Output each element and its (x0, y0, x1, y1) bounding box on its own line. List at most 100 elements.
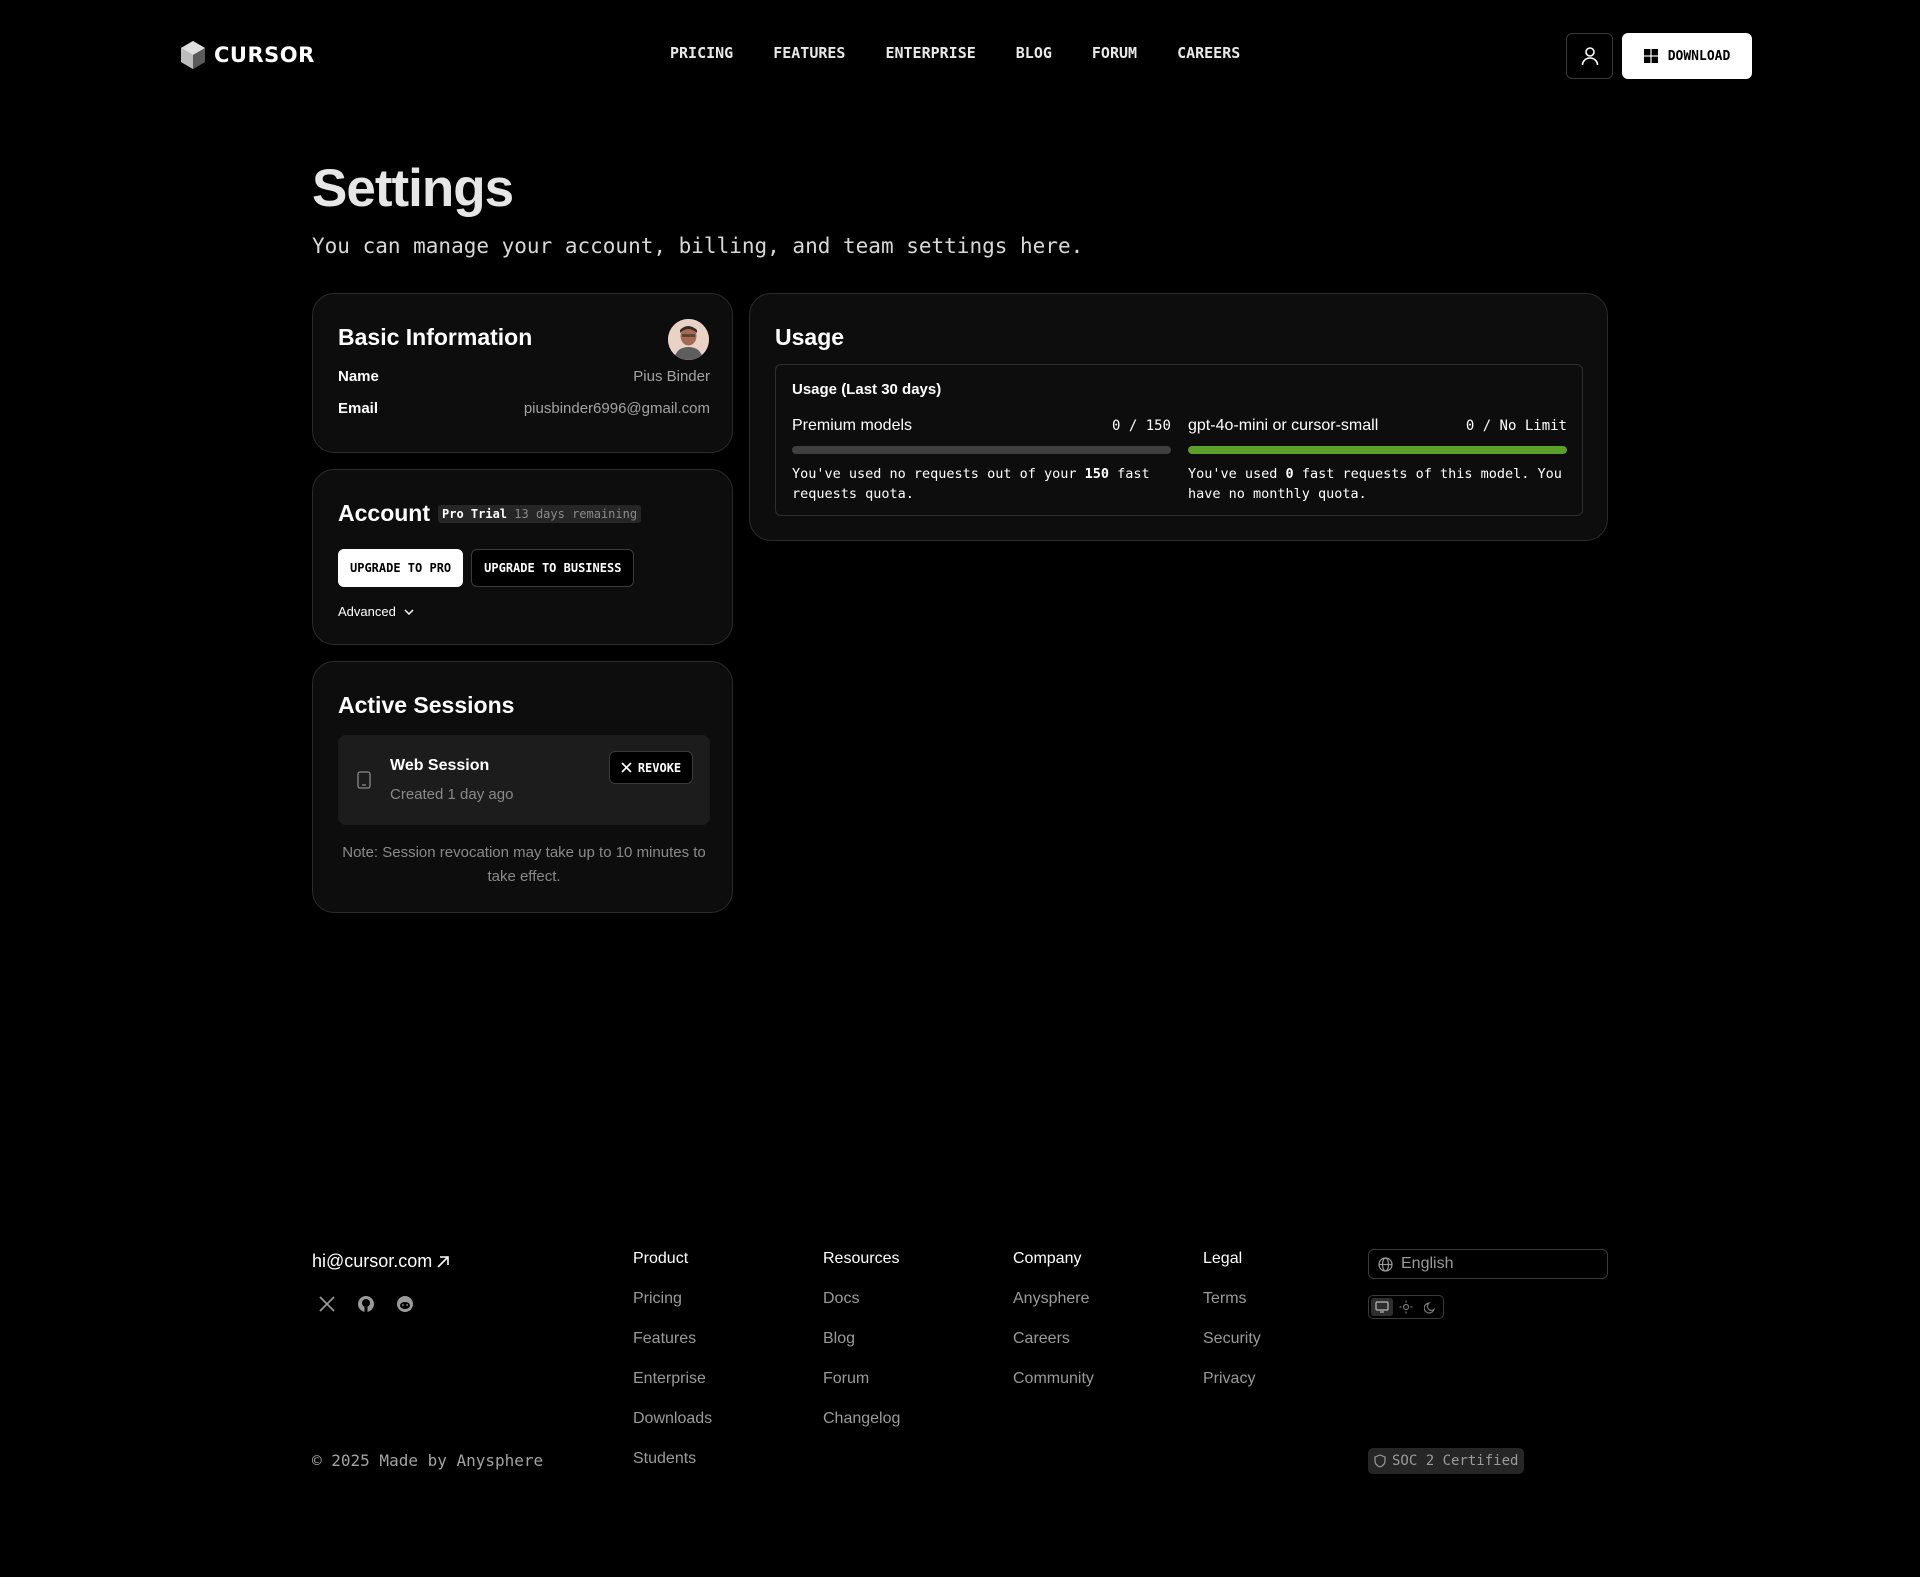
footer-link[interactable]: Community (1013, 1370, 1094, 1410)
footer-link[interactable]: Careers (1013, 1330, 1094, 1370)
account-title: Account (338, 500, 430, 526)
dark-theme-button[interactable] (1419, 1298, 1441, 1316)
shield-icon (1374, 1454, 1386, 1468)
theme-switcher (1368, 1295, 1444, 1319)
monitor-icon (1375, 1301, 1389, 1313)
revoke-label: REVOKE (637, 760, 682, 775)
footer-link[interactable]: Blog (823, 1330, 900, 1370)
plan-badge: Pro Trial 13 days remaining (438, 504, 642, 523)
nav-careers[interactable]: CAREERS (1177, 44, 1240, 62)
brand-name: CURSOR (214, 43, 315, 67)
page-title: Settings (312, 159, 514, 218)
nav-enterprise[interactable]: ENTERPRISE (885, 44, 975, 62)
cursor-logo-icon (181, 41, 205, 69)
language-select[interactable]: English (1368, 1249, 1608, 1279)
soc2-label: SOC 2 Certified (1392, 1453, 1519, 1469)
language-value: English (1401, 1255, 1454, 1272)
moon-icon (1423, 1301, 1435, 1314)
footer-link[interactable]: Enterprise (633, 1370, 712, 1410)
email-row: Email piusbinder6996@gmail.com (338, 400, 710, 417)
footer-column-product: Product Pricing Features Enterprise Down… (633, 1250, 712, 1490)
footer-column-title: Company (1013, 1250, 1082, 1267)
footer-link[interactable]: Pricing (633, 1290, 712, 1330)
sun-icon (1399, 1300, 1413, 1314)
avatar-image (668, 319, 709, 360)
contact-email: hi@cursor.com (312, 1251, 433, 1271)
nav-pricing[interactable]: PRICING (670, 44, 733, 62)
footer-link[interactable]: Terms (1203, 1290, 1261, 1330)
meter-description: You've used no requests out of your 150 … (792, 464, 1171, 504)
meter-count: 0 / No Limit (1465, 418, 1567, 434)
meter-description: You've used 0 fast requests of this mode… (1188, 464, 1567, 504)
usage-card: Usage Usage (Last 30 days) Premium model… (749, 293, 1608, 541)
nav-features[interactable]: FEATURES (773, 44, 845, 62)
contact-email-link[interactable]: hi@cursor.com (312, 1251, 450, 1272)
desc-text: You've used (1188, 466, 1286, 482)
footer-link[interactable]: Security (1203, 1330, 1261, 1370)
system-theme-button[interactable] (1371, 1298, 1393, 1316)
footer-column-legal: Legal Terms Security Privacy (1203, 1250, 1261, 1410)
desc-bold: 150 (1084, 466, 1109, 482)
avatar[interactable] (668, 319, 709, 360)
footer-column-title: Product (633, 1250, 689, 1267)
user-icon (1581, 47, 1598, 66)
usage-box: Usage (Last 30 days) Premium models 0 / … (775, 364, 1583, 516)
upgrade-to-business-button[interactable]: UPGRADE TO BUSINESS (471, 549, 635, 587)
basic-information-card: Basic Information Name Pius Binder Email… (312, 293, 733, 453)
light-theme-button[interactable] (1395, 1298, 1417, 1316)
revoke-button[interactable]: REVOKE (609, 751, 693, 784)
download-label: DOWNLOAD (1667, 48, 1731, 64)
download-button[interactable]: DOWNLOAD (1622, 33, 1752, 79)
soc2-badge[interactable]: SOC 2 Certified (1368, 1448, 1525, 1474)
footer-link[interactable]: Forum (823, 1370, 900, 1410)
footer-link[interactable]: Downloads (633, 1410, 712, 1450)
footer-column-title: Legal (1203, 1250, 1243, 1267)
brand-logo[interactable]: CURSOR (180, 40, 315, 70)
plan-name: Pro Trial (442, 506, 508, 521)
github-icon[interactable] (355, 1293, 377, 1315)
email-value: piusbinder6996@gmail.com (523, 400, 710, 417)
usage-progress-bar (1188, 446, 1567, 454)
upgrade-to-pro-button[interactable]: UPGRADE TO PRO (338, 549, 464, 587)
advanced-label: Advanced (338, 604, 396, 619)
usage-title: Usage (775, 324, 845, 350)
footer-link[interactable]: Privacy (1203, 1370, 1261, 1410)
name-value: Pius Binder (633, 368, 710, 385)
windows-icon (1643, 49, 1658, 63)
premium-models-meter: Premium models 0 / 150 You've used no re… (792, 417, 1171, 504)
nav-blog[interactable]: BLOG (1016, 44, 1052, 62)
name-row: Name Pius Binder (338, 368, 710, 385)
active-sessions-card: Active Sessions Web Session Created 1 da… (312, 661, 733, 913)
usage-period-title: Usage (Last 30 days) (792, 381, 942, 398)
page-subtitle: You can manage your account, billing, an… (312, 234, 1084, 258)
chevron-down-icon (404, 608, 414, 615)
globe-icon (1378, 1256, 1393, 1272)
top-nav: CURSOR PRICING FEATURES ENTERPRISE BLOG … (0, 0, 1920, 112)
basic-information-title: Basic Information (338, 324, 533, 350)
desc-text: You've used no requests out of your (792, 466, 1085, 482)
footer-link[interactable]: Features (633, 1330, 712, 1370)
advanced-toggle[interactable]: Advanced (338, 604, 414, 619)
social-links (316, 1293, 416, 1315)
copyright: © 2025 Made by Anysphere (312, 1451, 544, 1470)
session-name: Web Session (390, 757, 490, 774)
account-button[interactable] (1566, 33, 1613, 79)
reddit-icon[interactable] (394, 1293, 416, 1315)
close-icon (621, 762, 632, 773)
nav-forum[interactable]: FORUM (1092, 44, 1137, 62)
account-card: Account Pro Trial 13 days remaining UPGR… (312, 469, 733, 645)
footer-column-resources: Resources Docs Blog Forum Changelog (823, 1250, 900, 1450)
footer-column-title: Resources (823, 1250, 900, 1267)
footer-link[interactable]: Changelog (823, 1410, 900, 1450)
session-item: Web Session Created 1 day ago REVOKE (338, 735, 710, 825)
x-icon[interactable] (316, 1293, 338, 1315)
footer-link[interactable]: Students (633, 1450, 712, 1490)
footer-column-company: Company Anysphere Careers Community (1013, 1250, 1094, 1410)
session-created: Created 1 day ago (390, 786, 514, 803)
desc-bold: 0 (1285, 466, 1294, 482)
small-models-meter: gpt-4o-mini or cursor-small 0 / No Limit… (1188, 417, 1567, 504)
device-icon (357, 771, 371, 789)
footer-link[interactable]: Docs (823, 1290, 900, 1330)
footer-link[interactable]: Anysphere (1013, 1290, 1094, 1330)
arrow-up-right-icon (437, 1255, 450, 1268)
